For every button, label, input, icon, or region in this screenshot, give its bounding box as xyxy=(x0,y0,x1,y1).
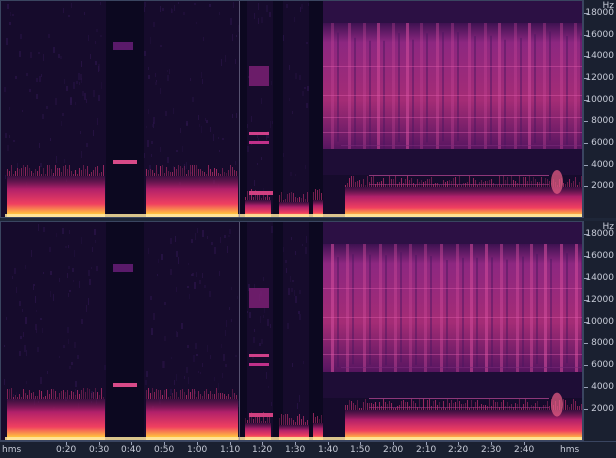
frequency-tick-mark xyxy=(584,322,588,323)
frequency-tick-label: 8000 xyxy=(591,338,614,348)
time-tick-label: 2:20 xyxy=(448,445,469,455)
frequency-tick-mark xyxy=(584,35,588,36)
frequency-tick-label: 6000 xyxy=(591,360,614,370)
frequency-tick-mark xyxy=(584,256,588,257)
time-tick-mark xyxy=(99,442,100,445)
frequency-tick-mark xyxy=(584,186,588,187)
time-tick-mark xyxy=(262,442,263,445)
time-tick-label: 0:40 xyxy=(121,445,142,455)
frequency-tick-mark xyxy=(584,300,588,301)
frequency-tick-label: 16000 xyxy=(585,251,614,261)
frequency-tick-label: 18000 xyxy=(585,229,614,239)
spectrogram-canvas xyxy=(1,222,582,440)
time-ruler[interactable]: hms hms 0:20 0:30 0:40 0:50 1:00 1:10 1:20 1:30 1:… xyxy=(0,441,616,458)
time-tick-mark xyxy=(458,442,459,445)
frequency-tick-label: 2000 xyxy=(591,181,614,191)
time-tick-mark xyxy=(66,442,67,445)
time-tick-mark xyxy=(295,442,296,445)
time-tick-mark xyxy=(491,442,492,445)
frequency-tick-mark xyxy=(584,278,588,279)
frequency-tick-label: 10000 xyxy=(585,317,614,327)
frequency-tick-mark xyxy=(584,387,588,388)
frequency-tick-label: 10000 xyxy=(585,95,614,105)
frequency-tick-label: 14000 xyxy=(585,273,614,283)
time-tick-mark xyxy=(328,442,329,445)
frequency-tick-mark xyxy=(584,409,588,410)
frequency-tick-label: 6000 xyxy=(591,138,614,148)
time-tick-label: 1:40 xyxy=(318,445,339,455)
frequency-tick-label: 16000 xyxy=(585,30,614,40)
time-tick-label: 1:20 xyxy=(252,445,273,455)
frequency-tick-label: 8000 xyxy=(591,116,614,126)
frequency-tick-mark xyxy=(584,343,588,344)
time-tick-label: 1:00 xyxy=(187,445,208,455)
frequency-tick-label: 18000 xyxy=(585,8,614,18)
time-tick-label: 2:40 xyxy=(514,445,535,455)
time-tick-label: 2:30 xyxy=(481,445,502,455)
right-channel-spectrogram[interactable] xyxy=(0,221,583,441)
frequency-tick-mark xyxy=(584,100,588,101)
frequency-tick-mark xyxy=(584,143,588,144)
time-tick-mark xyxy=(393,442,394,445)
spectral-view: Hz 18000 16000 14000 12000 10000 8000 6000 4000 2… xyxy=(0,0,616,458)
time-tick-label: 1:30 xyxy=(285,445,306,455)
time-tick-label: 1:50 xyxy=(350,445,371,455)
frequency-tick-mark xyxy=(584,165,588,166)
time-tick-mark xyxy=(230,442,231,445)
frequency-tick-mark xyxy=(584,78,588,79)
time-tick-label: 2:00 xyxy=(383,445,404,455)
time-tick-label: 1:10 xyxy=(220,445,241,455)
time-unit-label-left: hms xyxy=(2,445,22,455)
time-tick-label: 0:50 xyxy=(154,445,175,455)
frequency-ruler-bottom: Hz 18000 16000 14000 12000 10000 8000 6000 4000 2… xyxy=(583,221,616,441)
time-tick-label: 2:10 xyxy=(416,445,437,455)
frequency-tick-mark xyxy=(584,13,588,14)
time-tick-mark xyxy=(360,442,361,445)
time-tick-mark xyxy=(131,442,132,445)
time-tick-mark xyxy=(164,442,165,445)
time-tick-label: 0:20 xyxy=(56,445,77,455)
frequency-tick-label: 14000 xyxy=(585,51,614,61)
frequency-tick-label: 4000 xyxy=(591,382,614,392)
frequency-tick-mark xyxy=(584,56,588,57)
frequency-tick-mark xyxy=(584,234,588,235)
frequency-tick-label: 12000 xyxy=(585,295,614,305)
time-tick-label: 0:30 xyxy=(89,445,110,455)
time-unit-label-right: hms xyxy=(560,445,580,455)
frequency-tick-label: 12000 xyxy=(585,73,614,83)
frequency-tick-label: 4000 xyxy=(591,160,614,170)
frequency-tick-mark xyxy=(584,121,588,122)
frequency-ruler-top: Hz 18000 16000 14000 12000 10000 8000 6000 4000 2… xyxy=(583,0,616,218)
time-tick-mark xyxy=(197,442,198,445)
spectrogram-canvas xyxy=(1,1,582,217)
frequency-tick-mark xyxy=(584,365,588,366)
left-channel-spectrogram[interactable] xyxy=(0,0,583,218)
time-tick-mark xyxy=(426,442,427,445)
frequency-tick-label: 2000 xyxy=(591,404,614,414)
time-tick-mark xyxy=(524,442,525,445)
